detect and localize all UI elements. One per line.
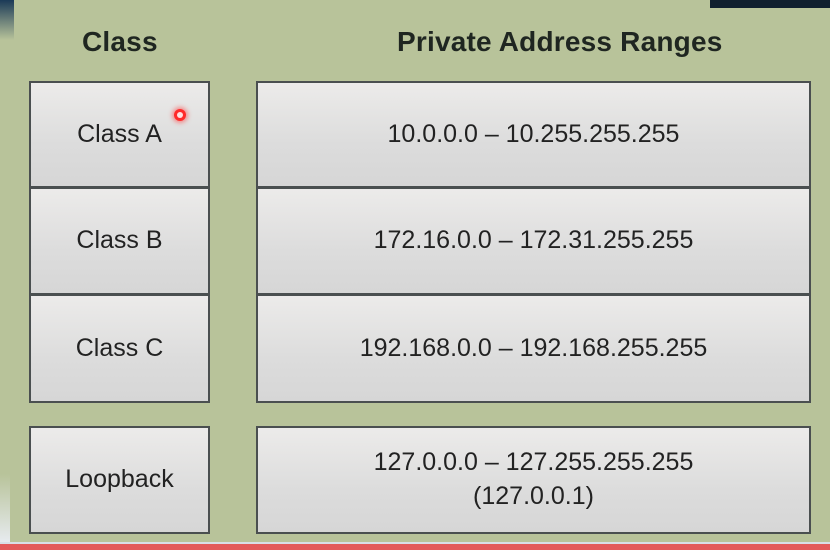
background-corner bbox=[710, 0, 830, 8]
column-header-ranges: Private Address Ranges bbox=[397, 26, 723, 57]
column-header-class: Class bbox=[82, 26, 158, 57]
class-cell-a: Class A bbox=[29, 81, 210, 188]
range-label: 172.16.0.0 – 172.31.255.255 bbox=[373, 226, 694, 255]
background-corner bbox=[0, 474, 10, 544]
class-cell-loopback: Loopback bbox=[29, 426, 210, 534]
class-label: Class B bbox=[76, 226, 163, 255]
class-label: Loopback bbox=[65, 465, 174, 494]
laser-pointer-dot bbox=[174, 109, 186, 121]
range-label: 10.0.0.0 – 10.255.255.255 bbox=[387, 119, 680, 148]
class-label: Class C bbox=[75, 333, 164, 362]
loopback-address: (127.0.0.1) bbox=[473, 482, 594, 510]
class-cell-c: Class C bbox=[29, 294, 210, 403]
range-cell-b: 172.16.0.0 – 172.31.255.255 bbox=[256, 187, 811, 295]
slide: Class Private Address Ranges Class A 10.… bbox=[0, 0, 830, 550]
video-progress-bar[interactable] bbox=[0, 544, 830, 550]
range-label: 192.168.0.0 – 192.168.255.255 bbox=[359, 333, 708, 362]
class-label: Class A bbox=[77, 119, 162, 148]
range-cell-c: 192.168.0.0 – 192.168.255.255 bbox=[256, 294, 811, 403]
range-cell-a: 10.0.0.0 – 10.255.255.255 bbox=[256, 81, 811, 188]
range-cell-loopback: 127.0.0.0 – 127.255.255.255 (127.0.0.1) bbox=[256, 426, 811, 534]
class-cell-b: Class B bbox=[29, 187, 210, 295]
range-label: 127.0.0.0 – 127.255.255.255 bbox=[373, 448, 694, 477]
background-corner bbox=[0, 0, 14, 40]
